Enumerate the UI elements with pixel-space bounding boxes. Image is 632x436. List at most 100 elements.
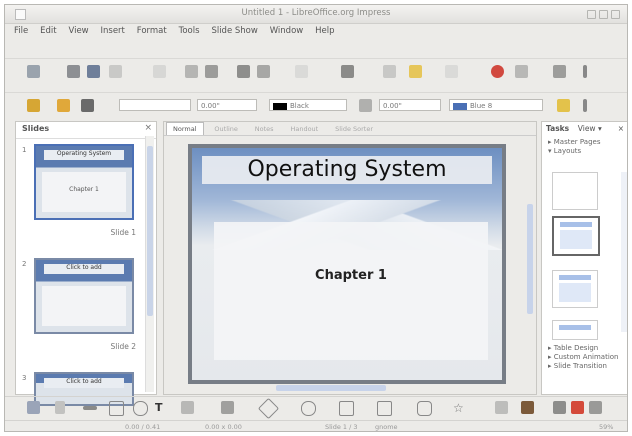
layout-title-slide[interactable] xyxy=(552,216,600,256)
tasks-view-menu[interactable]: View ▾ xyxy=(578,124,602,133)
fontwork-icon[interactable] xyxy=(553,401,566,414)
layouts-label: Layouts xyxy=(553,147,582,155)
toolbar2-more-icon[interactable] xyxy=(583,99,587,112)
status-zoom[interactable]: 59% xyxy=(599,423,613,431)
section-master-pages[interactable]: ▸ Master Pages xyxy=(542,138,627,147)
editor-hscroll-thumb[interactable] xyxy=(276,385,386,391)
line-tool-icon[interactable] xyxy=(55,401,65,414)
curve-icon[interactable] xyxy=(181,401,194,414)
section-slide-transition[interactable]: ▸ Slide Transition xyxy=(542,362,627,371)
close-icon[interactable] xyxy=(611,10,620,19)
slide-canvas[interactable]: Operating System Chapter 1 xyxy=(188,144,506,384)
menu-format[interactable]: Format xyxy=(137,26,167,36)
slide-caption-1: Slide 1 xyxy=(110,228,136,237)
menu-tools[interactable]: Tools xyxy=(179,26,200,36)
cut-icon[interactable] xyxy=(295,65,308,78)
editor-vscroll-thumb[interactable] xyxy=(527,204,533,314)
area-color-select[interactable]: Blue 8 xyxy=(449,99,543,111)
arrow-tool-icon[interactable] xyxy=(83,406,97,410)
gallery-icon[interactable] xyxy=(553,65,566,78)
menu-file[interactable]: File xyxy=(14,26,28,36)
redo-icon[interactable] xyxy=(409,65,422,78)
table-icon[interactable] xyxy=(515,65,528,78)
tab-slide-sorter[interactable]: Slide Sorter xyxy=(329,123,379,135)
slides-pane-close-icon[interactable]: × xyxy=(144,123,152,133)
print-icon[interactable] xyxy=(205,65,218,78)
editor-horizontal-scrollbar[interactable] xyxy=(176,384,516,392)
menu-edit[interactable]: Edit xyxy=(40,26,56,36)
status-bar: 0.00 / 0.41 0.00 x 0.00 Slide 1 / 3 gnom… xyxy=(5,420,627,431)
edit-file-icon[interactable] xyxy=(153,65,166,78)
section-custom-animation[interactable]: ▸ Custom Animation xyxy=(542,353,627,362)
tab-normal[interactable]: Normal xyxy=(166,122,204,135)
glue-points-icon[interactable] xyxy=(521,401,534,414)
export-pdf-icon[interactable] xyxy=(185,65,198,78)
tab-notes[interactable]: Notes xyxy=(249,123,280,135)
block-arrows-icon[interactable] xyxy=(339,401,354,416)
slides-scrollbar[interactable] xyxy=(145,136,154,392)
slide-thumbnail-2[interactable]: Click to add xyxy=(34,258,134,334)
save-icon[interactable] xyxy=(87,65,100,78)
tab-handout[interactable]: Handout xyxy=(284,123,324,135)
slide-subtitle[interactable]: Chapter 1 xyxy=(214,268,488,283)
slide-thumbnail-1[interactable]: Operating System Chapter 1 xyxy=(34,144,134,220)
autospell-icon[interactable] xyxy=(257,65,270,78)
tasks-pane: Tasks View ▾ × ▸ Master Pages ▾ Layouts … xyxy=(541,121,627,395)
menu-help[interactable]: Help xyxy=(315,26,334,36)
hyperlink-icon[interactable] xyxy=(445,65,458,78)
slides-scroll-thumb[interactable] xyxy=(147,146,153,316)
menu-insert[interactable]: Insert xyxy=(101,26,125,36)
maximize-icon[interactable] xyxy=(599,10,608,19)
select-icon[interactable] xyxy=(27,401,40,414)
minimize-icon[interactable] xyxy=(587,10,596,19)
drawing-toolbar: T ☆ xyxy=(5,396,627,420)
rectangle-icon[interactable] xyxy=(109,401,124,416)
area-icon[interactable] xyxy=(359,99,372,112)
callouts-icon[interactable] xyxy=(417,401,432,416)
line-icon[interactable] xyxy=(57,99,70,112)
tasks-close-icon[interactable]: × xyxy=(618,124,624,133)
basic-shapes-icon[interactable] xyxy=(257,397,280,420)
slides-pane-title: Slides xyxy=(16,122,156,139)
layout-title-two-content[interactable] xyxy=(552,320,598,340)
flowchart-icon[interactable] xyxy=(377,401,392,416)
undo-icon[interactable] xyxy=(383,65,396,78)
open-icon[interactable] xyxy=(67,65,80,78)
slide-title[interactable]: Operating System xyxy=(202,156,492,184)
ellipse-icon[interactable] xyxy=(133,401,148,416)
line-style-select[interactable] xyxy=(119,99,191,111)
toolbar-more-icon[interactable] xyxy=(583,65,587,78)
extrusion-icon[interactable] xyxy=(589,401,602,414)
section-layouts[interactable]: ▾ Layouts xyxy=(542,147,627,156)
styles-icon[interactable] xyxy=(27,99,40,112)
menu-slide-show[interactable]: Slide Show xyxy=(211,26,257,36)
tab-outline[interactable]: Outline xyxy=(208,123,244,135)
line-width-field[interactable]: 0.00" xyxy=(197,99,257,111)
symbol-shapes-icon[interactable] xyxy=(301,401,316,416)
arrow-style-icon[interactable] xyxy=(81,99,94,112)
layout-title-content[interactable] xyxy=(552,270,598,308)
layout-blank[interactable] xyxy=(552,172,598,210)
menu-view[interactable]: View xyxy=(68,26,88,36)
email-icon[interactable] xyxy=(109,65,122,78)
tasks-scrollbar[interactable] xyxy=(621,172,627,332)
spellcheck-icon[interactable] xyxy=(237,65,250,78)
new-icon[interactable] xyxy=(27,65,40,78)
connector-icon[interactable] xyxy=(221,401,234,414)
thumb-title-1: Operating System xyxy=(44,150,124,160)
area-width-field[interactable]: 0.00" xyxy=(379,99,441,111)
stars-icon[interactable]: ☆ xyxy=(453,401,466,415)
slide-content-box[interactable]: Chapter 1 xyxy=(214,222,488,360)
paste-icon[interactable] xyxy=(341,65,354,78)
menu-window[interactable]: Window xyxy=(270,26,304,36)
editor-vertical-scrollbar[interactable] xyxy=(526,136,534,376)
section-table-design[interactable]: ▸ Table Design xyxy=(542,344,627,353)
shadow-icon[interactable] xyxy=(557,99,570,112)
thumb-body-text-1: Chapter 1 xyxy=(69,186,99,193)
points-icon[interactable] xyxy=(495,401,508,414)
from-file-icon[interactable] xyxy=(571,401,584,414)
slideshow-icon[interactable] xyxy=(491,65,504,78)
line-color-select[interactable]: Black xyxy=(269,99,347,111)
text-icon[interactable]: T xyxy=(155,401,168,414)
thumb-title-2: Click to add xyxy=(44,264,124,274)
